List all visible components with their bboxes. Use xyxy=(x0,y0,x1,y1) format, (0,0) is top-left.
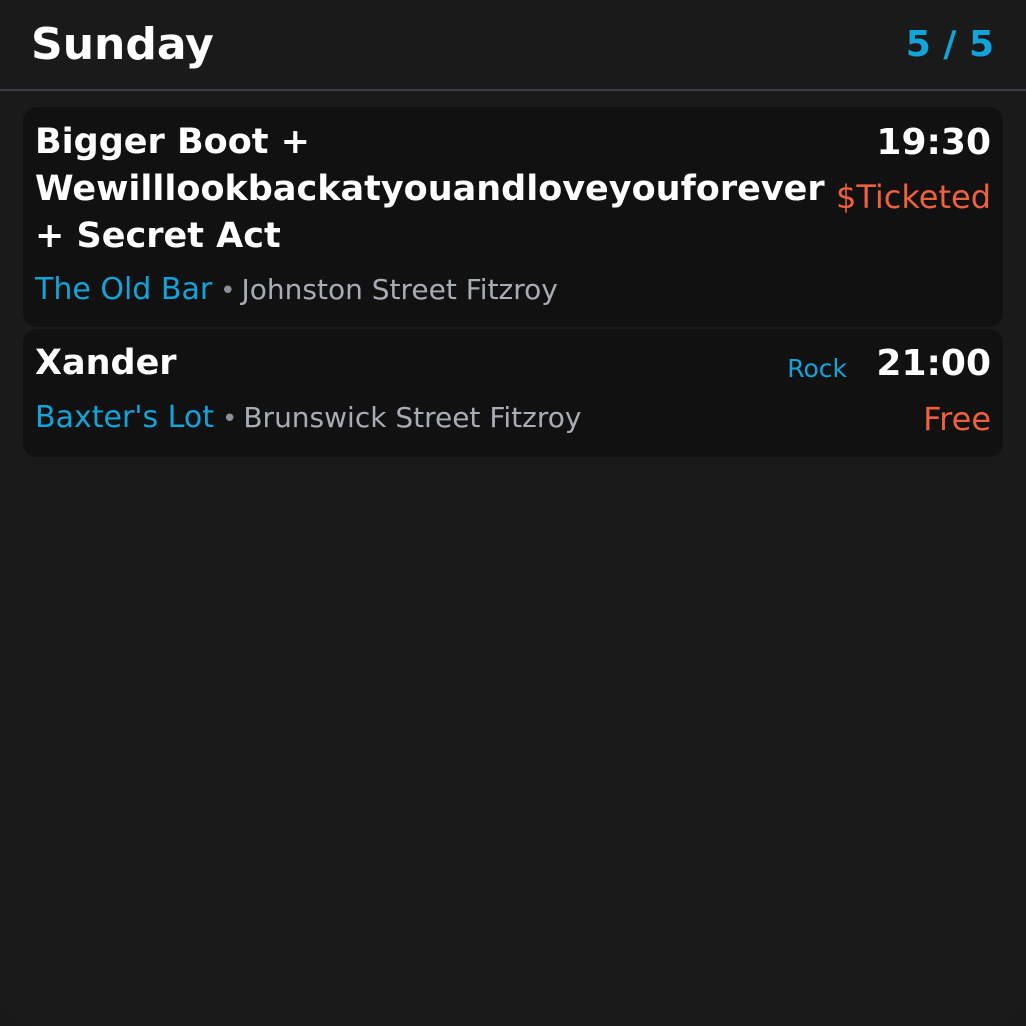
event-title: Bigger Boot + Wewilllookbackatyouandlove… xyxy=(35,119,825,260)
venue-line: Baxter's Lot • Brunswick Street Fitzroy xyxy=(35,398,581,439)
venue-separator: • xyxy=(220,276,236,306)
venue-address: Johnston Street Fitzroy xyxy=(241,273,558,306)
event-title-line: Bigger Boot + xyxy=(35,122,310,162)
gig-guide-widget: Sunday 5 / 5 Bigger Boot + Wewilllookbac… xyxy=(0,0,1026,1026)
page-indicator[interactable]: 5 / 5 xyxy=(906,21,994,69)
venue-separator: • xyxy=(222,404,238,434)
event-title-line: Wewilllookbackatyouandloveyouforever xyxy=(35,169,825,209)
day-title: Sunday xyxy=(31,19,214,70)
venue-name[interactable]: The Old Bar xyxy=(35,272,212,307)
event-price: Free xyxy=(923,400,991,438)
venue-address: Brunswick Street Fitzroy xyxy=(243,401,582,434)
event-title-line: + Secret Act xyxy=(35,216,281,256)
event-title-line: Xander xyxy=(35,343,177,383)
event-price: $Ticketed xyxy=(835,178,991,216)
venue-line: The Old Bar • Johnston Street Fitzroy xyxy=(35,270,558,311)
event-card[interactable]: Xander Rock 21:00 Free Baxter's Lot • Brun… xyxy=(23,329,1003,457)
event-title: Xander xyxy=(35,340,177,387)
event-time: 19:30 xyxy=(876,122,991,163)
event-card[interactable]: Bigger Boot + Wewilllookbackatyouandlove… xyxy=(23,107,1003,327)
venue-name[interactable]: Baxter's Lot xyxy=(35,400,214,435)
genre-tag: Rock xyxy=(787,354,847,383)
day-header: Sunday 5 / 5 xyxy=(0,0,1026,91)
event-time: 21:00 xyxy=(876,343,991,384)
